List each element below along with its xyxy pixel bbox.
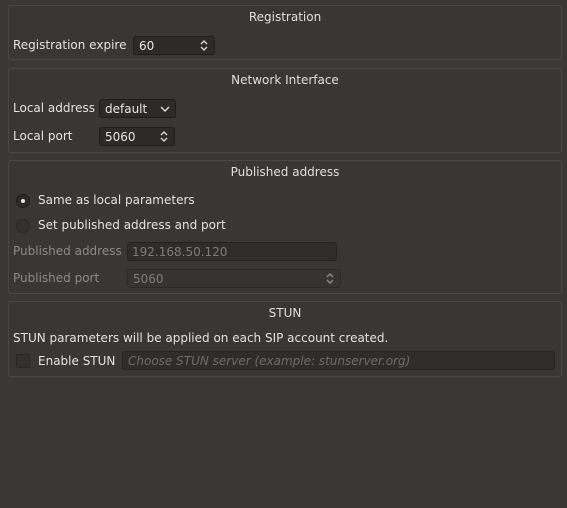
enable-stun-checkbox[interactable] bbox=[16, 354, 30, 368]
stun-group-title: STUN bbox=[268, 306, 302, 320]
local-address-label: Local address bbox=[13, 101, 96, 115]
set-published-label[interactable]: Set published address and port bbox=[38, 218, 226, 232]
published-port-value: 5060 bbox=[133, 272, 164, 286]
stun-group: STUN STUN parameters will be applied on … bbox=[8, 301, 562, 377]
stun-info-text: STUN parameters will be applied on each … bbox=[13, 331, 389, 345]
enable-stun-label[interactable]: Enable STUN bbox=[38, 354, 115, 368]
spin-arrows-icon[interactable] bbox=[159, 129, 169, 144]
registration-expire-spinbox[interactable]: 60 bbox=[133, 36, 215, 55]
published-port-spinbox[interactable]: 5060 bbox=[127, 269, 341, 288]
same-as-local-label[interactable]: Same as local parameters bbox=[38, 193, 195, 207]
stun-server-input-frame[interactable] bbox=[122, 351, 555, 370]
local-address-combo[interactable]: default bbox=[99, 99, 176, 118]
set-published-radio[interactable] bbox=[16, 219, 30, 233]
local-port-label: Local port bbox=[13, 129, 73, 143]
spin-arrows-icon[interactable] bbox=[199, 38, 209, 53]
network-interface-group-title: Network Interface bbox=[231, 73, 339, 87]
same-as-local-radio[interactable] bbox=[16, 194, 30, 208]
network-interface-group: Network Interface Local address default … bbox=[8, 68, 562, 153]
local-address-value: default bbox=[105, 102, 148, 116]
local-port-spinbox[interactable]: 5060 bbox=[99, 127, 175, 146]
registration-group-title: Registration bbox=[248, 10, 322, 24]
published-address-group: Published address Same as local paramete… bbox=[8, 160, 562, 294]
published-address-input[interactable]: 192.168.50.120 bbox=[127, 242, 337, 261]
published-port-label: Published port bbox=[13, 271, 100, 285]
registration-expire-value: 60 bbox=[139, 39, 155, 53]
published-address-label: Published address bbox=[13, 244, 122, 258]
chevron-down-icon[interactable] bbox=[160, 105, 170, 113]
spin-arrows-icon[interactable] bbox=[325, 271, 335, 286]
published-address-value: 192.168.50.120 bbox=[132, 245, 228, 259]
stun-server-input[interactable] bbox=[123, 352, 554, 369]
registration-group: Registration Registration expire 60 bbox=[8, 5, 562, 60]
local-port-value: 5060 bbox=[105, 130, 136, 144]
published-address-group-title: Published address bbox=[230, 165, 340, 179]
registration-expire-label: Registration expire bbox=[13, 38, 127, 52]
sip-advanced-settings-panel: Registration Registration expire 60 Netw… bbox=[0, 0, 567, 508]
